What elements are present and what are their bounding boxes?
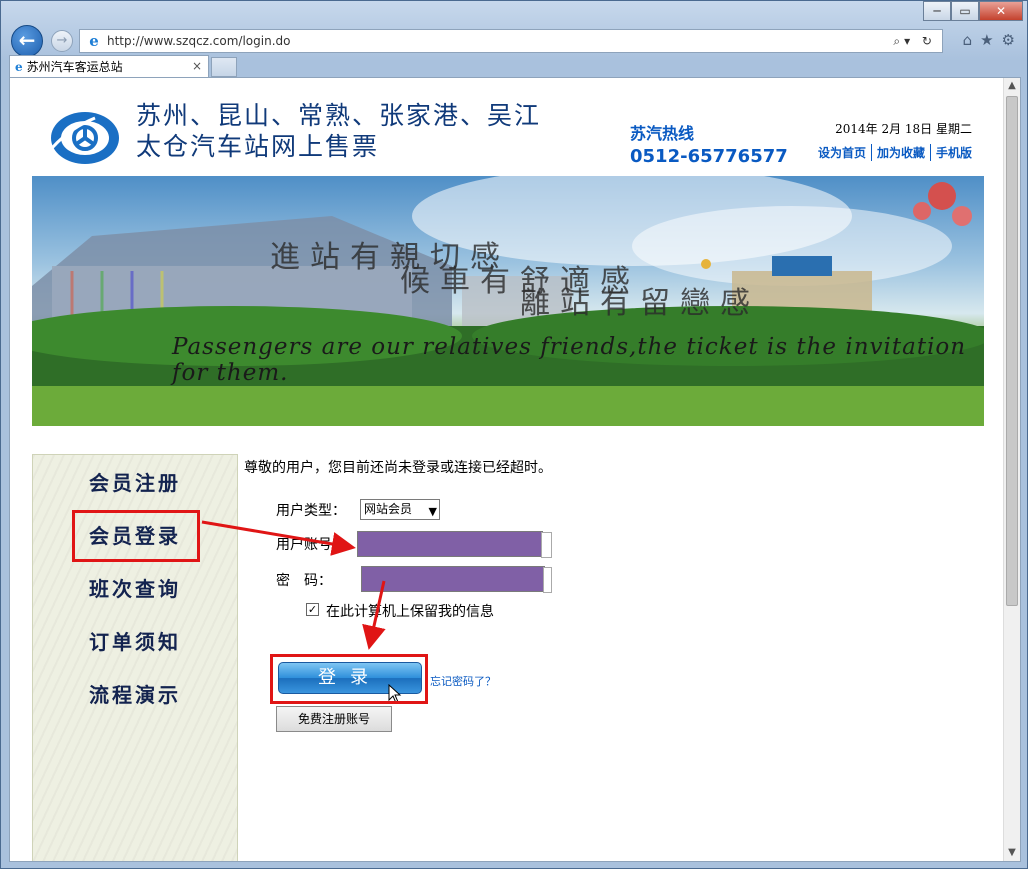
password-input[interactable] xyxy=(361,566,552,593)
site-title: 苏州、昆山、常熟、张家港、吴江 太仓汽车站网上售票 xyxy=(136,100,541,162)
account-input[interactable] xyxy=(357,531,552,558)
address-bar[interactable]: e http://www.szqcz.com/login.do ⌕▾ ↻ xyxy=(79,29,943,53)
set-homepage-link[interactable]: 设为首页 xyxy=(813,144,872,161)
scroll-down-icon[interactable]: ▼ xyxy=(1004,845,1020,861)
browser-tab[interactable]: e 苏州汽车客运总站 × xyxy=(9,55,209,77)
home-icon[interactable]: ⌂ xyxy=(963,31,973,49)
browser-window: ─ ▭ ✕ ← → e http://www.szqcz.com/login.d… xyxy=(0,0,1028,869)
ie-tab-icon: e xyxy=(15,59,23,74)
hotline-label: 苏汽热线 xyxy=(630,124,695,143)
web-page: 苏州、昆山、常熟、张家港、吴江 太仓汽车站网上售票 苏汽热线 0512-6577… xyxy=(32,78,984,861)
window-controls: ─ ▭ ✕ xyxy=(923,1,1023,21)
address-search-refresh-icons[interactable]: ⌕▾ ↻ xyxy=(893,34,942,49)
mobile-version-link[interactable]: 手机版 xyxy=(931,144,972,161)
hotline-number: 0512-65776577 xyxy=(630,146,788,167)
bus-station-logo xyxy=(50,112,119,164)
favorites-star-icon[interactable]: ★ xyxy=(980,31,993,49)
login-notice: 尊敬的用户，您目前还尚未登录或连接已经超时。 xyxy=(244,460,552,476)
banner-slogan-cn-3: 離站有留戀感 xyxy=(520,286,760,321)
hotline: 苏汽热线 0512-65776577 xyxy=(630,120,788,167)
header-links: 设为首页 加为收藏 手机版 xyxy=(813,144,972,161)
user-type-select[interactable]: 网站会员 ▼ xyxy=(360,499,440,520)
restore-button[interactable]: ▭ xyxy=(951,1,979,21)
navigation-bar: ← → e http://www.szqcz.com/login.do ⌕▾ ↻… xyxy=(9,25,1021,57)
add-favorite-link[interactable]: 加为收藏 xyxy=(872,144,931,161)
password-label: 密 码： xyxy=(276,573,332,589)
menu-member-register[interactable]: 会员注册 xyxy=(69,463,209,503)
site-title-line2: 太仓汽车站网上售票 xyxy=(136,132,380,161)
menu-highlight-box xyxy=(72,510,200,562)
scroll-up-icon[interactable]: ▲ xyxy=(1004,78,1020,94)
current-date: 2014年 2月 18日 星期二 xyxy=(835,122,972,136)
remember-me-checkbox[interactable]: ✓ xyxy=(306,603,319,616)
user-type-label: 用户类型： xyxy=(276,503,346,519)
banner-image: 進站有親切感 候車有舒適感 離站有留戀感 Passengers are our … xyxy=(32,176,984,426)
tab-close-icon[interactable]: × xyxy=(192,59,202,73)
remember-me-label: 在此计算机上保留我的信息 xyxy=(326,604,494,620)
forward-button[interactable]: → xyxy=(51,30,73,52)
back-button[interactable]: ← xyxy=(11,25,43,57)
tab-title: 苏州汽车客运总站 xyxy=(26,60,123,74)
new-tab-button[interactable] xyxy=(211,57,237,77)
gear-icon[interactable]: ⚙ xyxy=(1002,31,1015,49)
tab-strip: e 苏州汽车客运总站 × xyxy=(9,55,1021,77)
close-window-button[interactable]: ✕ xyxy=(979,1,1023,21)
menu-schedule-query[interactable]: 班次查询 xyxy=(69,569,209,609)
account-label: 用户账号： xyxy=(276,537,346,553)
site-header: 苏州、昆山、常熟、张家港、吴江 太仓汽车站网上售票 苏汽热线 0512-6577… xyxy=(32,78,984,176)
user-type-value: 网站会员 xyxy=(364,502,413,516)
menu-order-notice[interactable]: 订单须知 xyxy=(69,622,209,662)
address-url[interactable]: http://www.szqcz.com/login.do xyxy=(107,34,893,48)
chevron-down-icon: ▼ xyxy=(428,505,437,518)
page-viewport: 苏州、昆山、常熟、张家港、吴江 太仓汽车站网上售票 苏汽热线 0512-6577… xyxy=(9,77,1021,862)
forgot-password-link[interactable]: 忘记密码了？ xyxy=(430,673,496,689)
vertical-scrollbar[interactable]: ▲ ▼ xyxy=(1003,78,1020,861)
ie-page-icon: e xyxy=(89,32,99,50)
browser-toolbar-icons: ⌂ ★ ⚙ xyxy=(963,31,1015,49)
scroll-thumb[interactable] xyxy=(1006,96,1018,606)
banner-scene xyxy=(32,176,984,426)
login-highlight-box xyxy=(270,654,428,704)
free-register-button[interactable]: 免费注册账号 xyxy=(276,706,392,732)
banner-slogan-en: Passengers are our relatives friends,the… xyxy=(172,334,967,386)
minimize-button[interactable]: ─ xyxy=(923,1,951,21)
site-title-line1: 苏州、昆山、常熟、张家港、吴江 xyxy=(136,101,542,130)
menu-process-demo[interactable]: 流程演示 xyxy=(69,675,209,715)
